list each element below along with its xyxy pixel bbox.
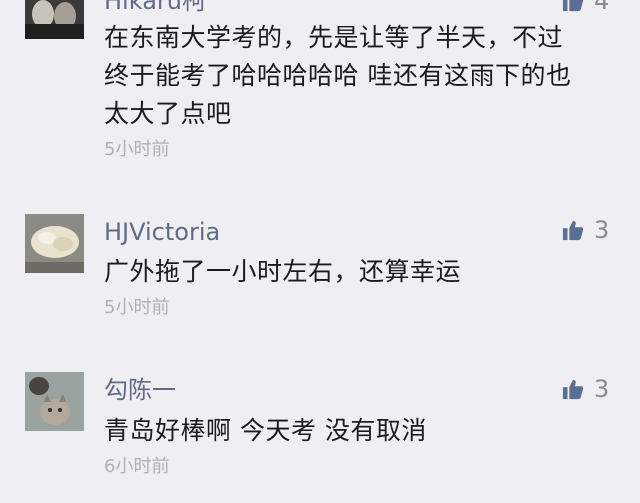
like-count: 4 [594,0,610,15]
avatar[interactable] [25,214,84,273]
like-button[interactable]: 3 [562,215,609,245]
like-button[interactable]: 4 [562,0,609,16]
thumbs-up-icon [562,0,584,12]
like-count: 3 [594,216,610,244]
comment-line: 终于能考了哈哈哈哈哈 哇还有这雨下的也 [104,61,572,90]
username[interactable]: 勾陈一 [104,375,176,405]
comment-time: 5小时前 [104,139,170,160]
comment-line: 在东南大学考的，先是让等了半天，不过 [104,23,564,52]
username[interactable]: Hikaru柯 [104,0,206,16]
comment-time: 6小时前 [104,456,170,477]
like-count: 3 [594,375,610,403]
thumbs-up-icon [562,379,584,400]
comment-time: 5小时前 [104,297,170,318]
avatar[interactable] [25,0,84,39]
comment-line: 太大了点吧 [104,99,232,128]
comment-content: 在东南大学考的，先是让等了半天，不过 终于能考了哈哈哈哈哈 哇还有这雨下的也 太… [104,19,624,133]
comment-content: 广外拖了一小时左右，还算幸运 [104,253,624,291]
like-button[interactable]: 3 [562,374,609,404]
comment-content: 青岛好棒啊 今天考 没有取消 [104,412,624,450]
thumbs-up-icon [562,220,584,241]
username[interactable]: HJVictoria [104,217,220,247]
comment-line: 广外拖了一小时左右，还算幸运 [104,257,462,286]
comment-line: 青岛好棒啊 今天考 没有取消 [104,416,427,445]
avatar[interactable] [25,372,84,431]
